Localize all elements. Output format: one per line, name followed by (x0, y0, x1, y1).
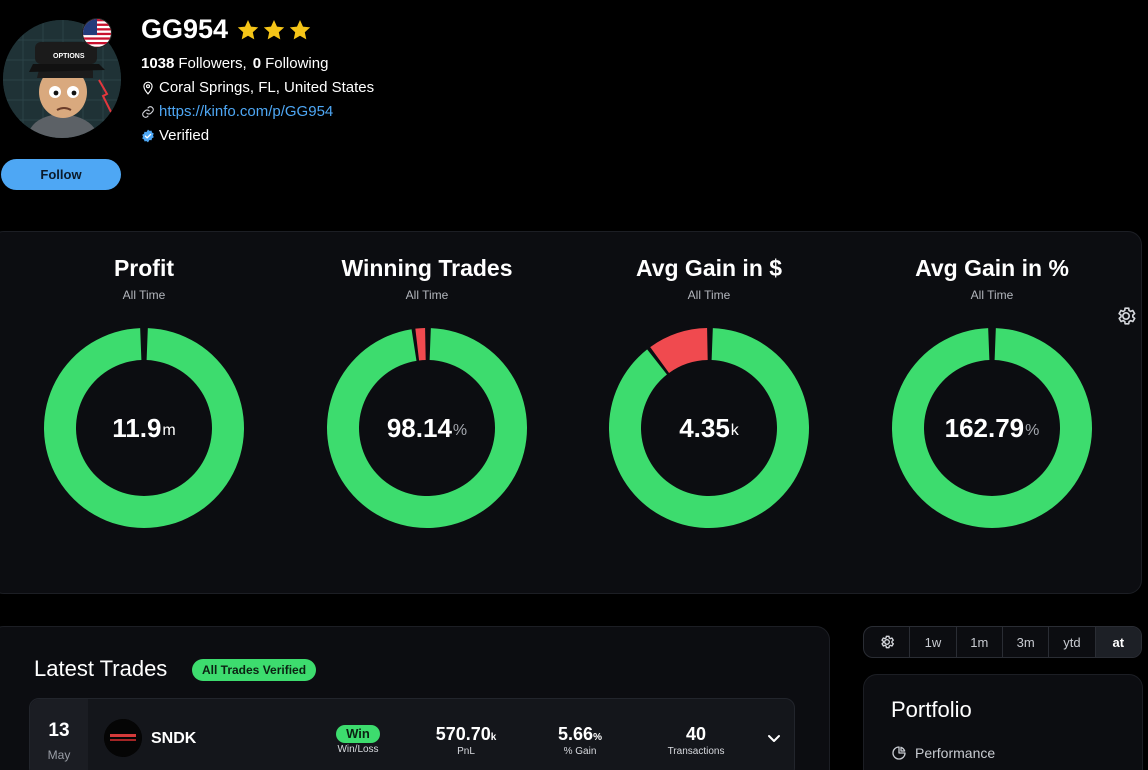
metric-label: Transactions (667, 746, 725, 757)
trade-day: 13 (48, 720, 70, 741)
following-count[interactable]: 0 (253, 55, 261, 72)
gain-unit: % (593, 732, 602, 743)
star-icon (237, 19, 259, 39)
all-trades-verified-badge: All Trades Verified (192, 659, 317, 681)
portfolio-title: Portfolio (891, 697, 972, 722)
verified-check-icon (142, 129, 154, 142)
trade-pnl: 570.70k PnL (426, 723, 506, 757)
transactions-value: 40 (685, 724, 707, 744)
stat-subtitle: All Time (405, 288, 449, 302)
pnl-value: 570.70 (435, 724, 491, 744)
stat-value-unit: % (452, 422, 468, 439)
stat-subtitle: All Time (970, 288, 1014, 302)
metric-value: 570.70k (426, 723, 506, 745)
stat-value-number: 162.79 (944, 412, 1025, 443)
location-pin-icon (143, 81, 153, 95)
stats-card: Profit All Time 11.9 m Winning Trades All… (0, 231, 1142, 594)
stats-settings-gear-icon[interactable] (1115, 305, 1137, 327)
stat-value-unit: k (730, 422, 739, 439)
latest-trades-card: Latest Trades All Trades Verified 13 May… (0, 626, 830, 770)
gear-icon (880, 635, 894, 649)
tab-3m[interactable]: 3m (1003, 627, 1050, 657)
username-row: GG954 (141, 14, 312, 45)
tab-1w[interactable]: 1w (910, 627, 957, 657)
stat-title: Winning Trades (341, 255, 513, 281)
follow-stats: 1038 Followers, 0 Following (141, 55, 328, 72)
gain-value: 5.66 (558, 724, 594, 744)
location-line: Coral Springs, FL, United States (141, 79, 374, 96)
stat-value-number: 11.9 (112, 412, 162, 443)
stat-value: 162.79% (892, 328, 1092, 528)
stat-value: 11.9 m (44, 328, 244, 528)
star-icon (289, 19, 311, 39)
ticker-symbol[interactable]: SNDK (151, 730, 196, 748)
metric-label: PnL (457, 746, 475, 757)
portfolio-card: Portfolio Performance (863, 674, 1143, 770)
stat-subtitle: All Time (122, 288, 166, 302)
tab-at[interactable]: at (1095, 627, 1141, 657)
link-icon (142, 105, 154, 118)
latest-trades-title: Latest Trades (34, 656, 168, 681)
pnl-unit: k (490, 732, 497, 743)
location-text: Coral Springs, FL, United States (159, 79, 375, 96)
trade-date: 13 May (30, 699, 88, 770)
follow-button[interactable]: Follow (1, 159, 121, 190)
stat-value-number: 98.14 (386, 412, 452, 443)
trade-transactions: 40 Transactions (660, 723, 732, 757)
stat-title: Avg Gain in $ (635, 255, 783, 281)
trade-row[interactable]: 13 May SNDK Win Win/Loss 570.70k PnL 5.6… (29, 698, 795, 770)
ticker-logo-icon (104, 719, 142, 757)
profile-link-line: https://kinfo.com/p/GG954 (141, 103, 333, 120)
stat-title: Profit (113, 255, 175, 281)
time-range-tabs: 1w 1m 3m ytd at (863, 626, 1142, 658)
following-label[interactable]: Following (265, 55, 328, 72)
metric-label: Win/Loss (337, 744, 379, 755)
trade-month: May (47, 748, 71, 762)
stat-value: 98.14% (327, 328, 527, 528)
chevron-down-icon[interactable] (766, 730, 782, 746)
avatar-hat-text: OPTIONS (53, 53, 85, 60)
followers-label[interactable]: Followers, (178, 55, 246, 72)
trade-win-loss: Win Win/Loss (326, 723, 390, 755)
star-icon (263, 19, 285, 39)
range-settings-button[interactable] (864, 627, 911, 657)
tab-1m[interactable]: 1m (957, 627, 1003, 657)
metric-value: 5.66% (545, 723, 615, 745)
win-badge: Win (336, 725, 380, 743)
verified-line: Verified (141, 127, 209, 144)
rating-stars (236, 18, 312, 42)
followers-count[interactable]: 1038 (141, 55, 174, 72)
pie-chart-icon (892, 746, 906, 760)
avatar-wrapper: OPTIONS (3, 18, 121, 138)
verified-label: Verified (159, 127, 210, 144)
us-flag-icon (82, 18, 112, 48)
trade-gain: 5.66% % Gain (545, 723, 615, 757)
metric-label: % Gain (563, 746, 597, 757)
stat-subtitle: All Time (687, 288, 731, 302)
stat-title: Avg Gain in % (915, 255, 1069, 281)
stat-value-unit: m (162, 422, 176, 439)
profile-url-link[interactable]: https://kinfo.com/p/GG954 (159, 103, 333, 120)
stat-value: 4.35 k (609, 328, 809, 528)
performance-label: Performance (915, 745, 996, 761)
username: GG954 (141, 14, 229, 44)
stat-value-unit: % (1025, 422, 1040, 439)
performance-item[interactable]: Performance (891, 745, 995, 761)
tab-ytd[interactable]: ytd (1049, 627, 1096, 657)
stat-value-number: 4.35 (679, 412, 730, 443)
